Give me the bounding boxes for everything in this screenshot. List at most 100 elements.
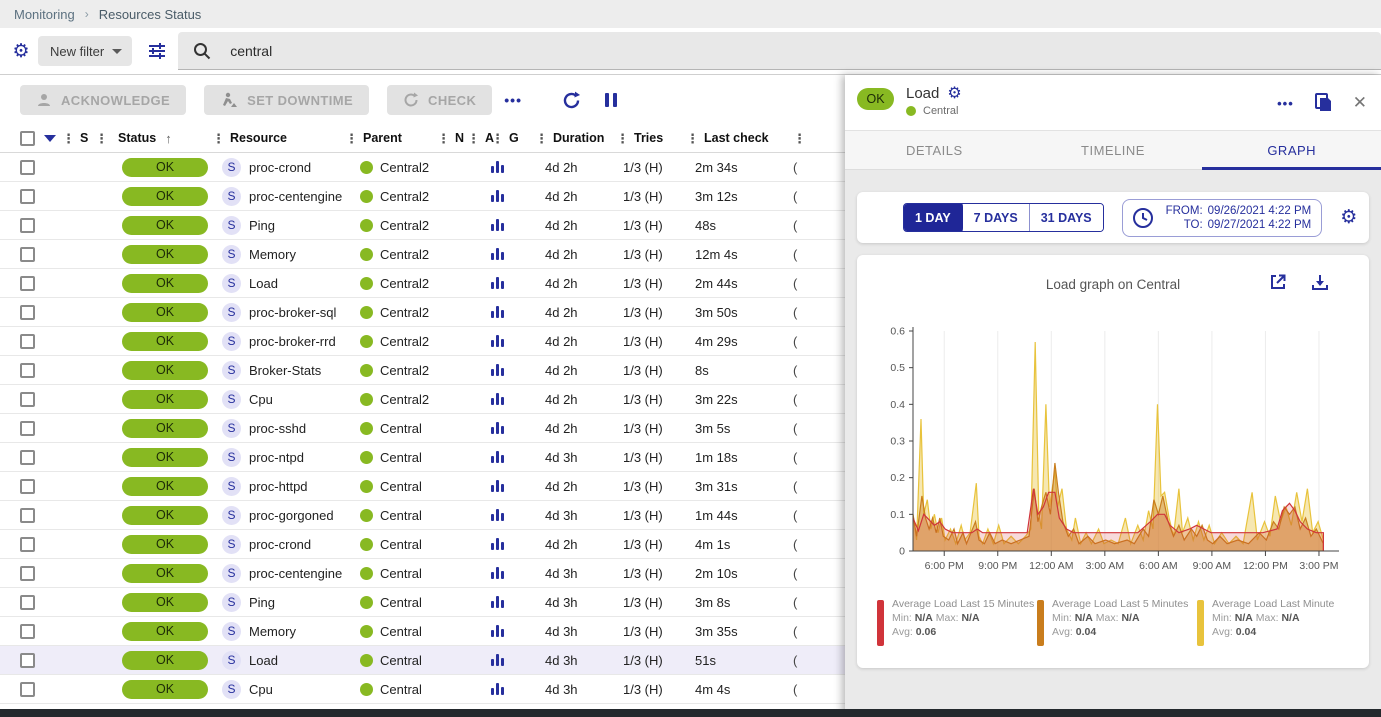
- drag-handle-icon[interactable]: ⋮: [491, 132, 504, 145]
- column-header-g[interactable]: ⋮ G: [491, 124, 517, 152]
- new-filter-dropdown[interactable]: New filter: [38, 36, 132, 66]
- parent-name[interactable]: Central: [380, 537, 422, 552]
- graph-chart-icon[interactable]: [491, 161, 504, 173]
- parent-name[interactable]: Central: [380, 682, 422, 697]
- resource-name[interactable]: Load: [249, 276, 278, 291]
- row-checkbox[interactable]: [20, 334, 35, 349]
- table-row[interactable]: OK S proc-gorgoned Central 4d 3h 1/3 (H)…: [0, 501, 845, 530]
- pause-refresh-button[interactable]: [605, 93, 617, 107]
- graph-chart-icon[interactable]: [491, 248, 504, 260]
- copy-link-button[interactable]: [1314, 93, 1333, 113]
- row-checkbox[interactable]: [20, 421, 35, 436]
- graph-chart-icon[interactable]: [491, 422, 504, 434]
- parent-name[interactable]: Central: [380, 566, 422, 581]
- drag-handle-icon[interactable]: ⋮: [437, 132, 450, 145]
- graph-settings-button[interactable]: ⚙: [1340, 208, 1357, 227]
- table-row[interactable]: OK S Load Central2 4d 2h 1/3 (H) 2m 44s …: [0, 269, 845, 298]
- column-header-information[interactable]: ⋮: [791, 124, 845, 152]
- graph-chart-icon[interactable]: [491, 538, 504, 550]
- resource-name[interactable]: proc-crond: [249, 537, 311, 552]
- table-row[interactable]: OK S Ping Central2 4d 2h 1/3 (H) 48s (: [0, 211, 845, 240]
- table-row[interactable]: OK S proc-crond Central 4d 2h 1/3 (H) 4m…: [0, 530, 845, 559]
- tab-details[interactable]: DETAILS: [845, 131, 1024, 169]
- parent-name[interactable]: Central2: [380, 160, 429, 175]
- breadcrumb-monitoring[interactable]: Monitoring: [14, 7, 75, 22]
- open-graph-button[interactable]: [1269, 273, 1287, 291]
- row-checkbox[interactable]: [20, 624, 35, 639]
- parent-name[interactable]: Central2: [380, 189, 429, 204]
- graph-chart-icon[interactable]: [491, 596, 504, 608]
- drag-handle-icon[interactable]: ⋮: [212, 132, 225, 145]
- time-range-7-days[interactable]: 7 DAYS: [963, 204, 1030, 231]
- column-header-last-check[interactable]: ⋮ Last check: [686, 124, 791, 152]
- custom-time-period[interactable]: FROM: 09/26/2021 4:22 PM TO: 09/27/2021 …: [1122, 199, 1323, 237]
- parent-name[interactable]: Central: [380, 595, 422, 610]
- column-header-resource[interactable]: ⋮ Resource: [212, 124, 345, 152]
- parent-name[interactable]: Central2: [380, 218, 429, 233]
- parent-name[interactable]: Central: [380, 508, 422, 523]
- graph-chart-icon[interactable]: [491, 335, 504, 347]
- drag-handle-icon[interactable]: ⋮: [345, 132, 358, 145]
- row-checkbox[interactable]: [20, 450, 35, 465]
- graph-chart-icon[interactable]: [491, 364, 504, 376]
- resource-name[interactable]: Ping: [249, 595, 275, 610]
- export-graph-button[interactable]: [1311, 273, 1329, 291]
- horizontal-scrollbar[interactable]: [0, 709, 1381, 717]
- row-checkbox[interactable]: [20, 537, 35, 552]
- parent-name[interactable]: Central2: [380, 305, 429, 320]
- row-checkbox[interactable]: [20, 508, 35, 523]
- parent-name[interactable]: Central2: [380, 247, 429, 262]
- column-header-n[interactable]: ⋮ N: [437, 124, 467, 152]
- row-checkbox[interactable]: [20, 363, 35, 378]
- select-all-checkbox[interactable]: [20, 131, 35, 146]
- row-checkbox[interactable]: [20, 682, 35, 697]
- column-header-severity[interactable]: ⋮ S: [62, 124, 95, 152]
- parent-name[interactable]: Central2: [380, 276, 429, 291]
- graph-chart-icon[interactable]: [491, 277, 504, 289]
- table-row[interactable]: OK S proc-centengine Central2 4d 2h 1/3 …: [0, 182, 845, 211]
- drag-handle-icon[interactable]: ⋮: [467, 132, 480, 145]
- table-row[interactable]: OK S Ping Central 4d 3h 1/3 (H) 3m 8s (: [0, 588, 845, 617]
- row-checkbox[interactable]: [20, 305, 35, 320]
- row-checkbox[interactable]: [20, 653, 35, 668]
- resource-name[interactable]: proc-ntpd: [249, 450, 304, 465]
- graph-chart-icon[interactable]: [491, 509, 504, 521]
- graph-chart-icon[interactable]: [491, 190, 504, 202]
- resource-name[interactable]: Memory: [249, 247, 296, 262]
- table-row[interactable]: OK S Cpu Central2 4d 2h 1/3 (H) 3m 22s (: [0, 385, 845, 414]
- resource-name[interactable]: proc-broker-sql: [249, 305, 336, 320]
- close-panel-button[interactable]: ✕: [1353, 93, 1367, 113]
- resource-name[interactable]: Cpu: [249, 392, 273, 407]
- sort-asc-icon[interactable]: ↑: [165, 131, 172, 146]
- resource-name[interactable]: proc-broker-rrd: [249, 334, 336, 349]
- parent-name[interactable]: Central: [380, 421, 422, 436]
- column-header-tries[interactable]: ⋮ Tries: [616, 124, 686, 152]
- resource-settings-button[interactable]: ⚙: [947, 86, 961, 102]
- resource-name[interactable]: proc-centengine: [249, 189, 342, 204]
- parent-name[interactable]: Central: [380, 653, 422, 668]
- parent-name[interactable]: Central: [380, 479, 422, 494]
- graph-chart-icon[interactable]: [491, 567, 504, 579]
- column-header-parent[interactable]: ⋮ Parent: [345, 124, 437, 152]
- parent-name[interactable]: Central2: [380, 363, 429, 378]
- graph-chart-icon[interactable]: [491, 306, 504, 318]
- parent-name[interactable]: Central2: [380, 392, 429, 407]
- set-downtime-button[interactable]: SET DOWNTIME: [204, 85, 369, 115]
- row-checkbox[interactable]: [20, 160, 35, 175]
- parent-name[interactable]: Central2: [380, 334, 429, 349]
- graph-chart-icon[interactable]: [491, 393, 504, 405]
- drag-handle-icon[interactable]: ⋮: [686, 132, 699, 145]
- resource-name[interactable]: proc-gorgoned: [249, 508, 334, 523]
- table-row[interactable]: OK S Cpu Central 4d 3h 1/3 (H) 4m 4s (: [0, 675, 845, 704]
- row-checkbox[interactable]: [20, 566, 35, 581]
- table-row[interactable]: OK S proc-httpd Central 4d 2h 1/3 (H) 3m…: [0, 472, 845, 501]
- row-checkbox[interactable]: [20, 595, 35, 610]
- graph-chart-icon[interactable]: [491, 625, 504, 637]
- drag-handle-icon[interactable]: ⋮: [535, 132, 548, 145]
- selection-dropdown-icon[interactable]: [44, 135, 56, 142]
- resource-name[interactable]: Memory: [249, 624, 296, 639]
- column-header-status[interactable]: ⋮ Status ↑: [95, 124, 212, 152]
- advanced-filter-button[interactable]: [144, 41, 170, 61]
- from-value[interactable]: 09/26/2021 4:22 PM: [1208, 205, 1312, 217]
- resource-name[interactable]: proc-centengine: [249, 566, 342, 581]
